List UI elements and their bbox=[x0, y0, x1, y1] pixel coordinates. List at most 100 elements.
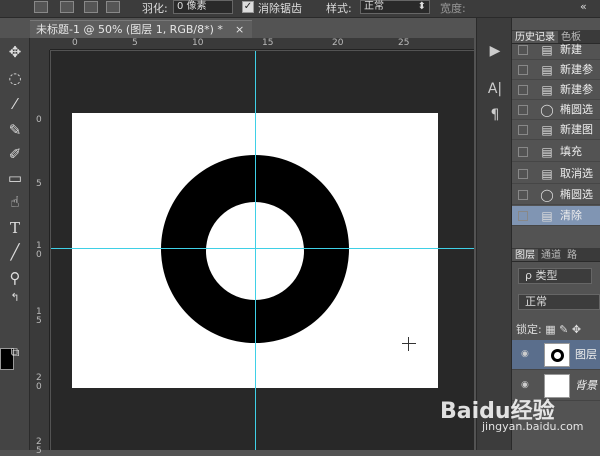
options-bar: 羽化: 0 像素 ✓ 消除锯齿 样式: 正常 ⬍ 宽度: « bbox=[0, 0, 600, 18]
horizontal-guide[interactable] bbox=[51, 248, 474, 249]
swap-colors-icon[interactable]: ↰ bbox=[5, 288, 25, 308]
ruler-tick-label: 15 bbox=[262, 38, 274, 48]
ruler-tick-label: 5 bbox=[36, 179, 42, 189]
style-select[interactable]: 正常 ⬍ bbox=[360, 0, 430, 14]
doc-icon: ▤ bbox=[541, 83, 553, 97]
character-panel-icon[interactable]: A| bbox=[486, 80, 504, 98]
play-icon[interactable]: ▶ bbox=[486, 42, 504, 60]
paragraph-panel-icon[interactable]: ¶ bbox=[486, 106, 504, 124]
history-checkbox[interactable] bbox=[518, 65, 528, 75]
layer-name[interactable]: 背景 bbox=[575, 371, 597, 401]
lock-pixels-icon[interactable]: ▦ bbox=[545, 323, 555, 336]
zoom-icon[interactable]: ⚲ bbox=[5, 268, 25, 288]
history-item-selected[interactable]: ▤ 清除 bbox=[512, 206, 600, 226]
new-selection-icon[interactable] bbox=[34, 1, 48, 13]
history-item-label: 清除 bbox=[560, 209, 582, 222]
chevron-down-icon: ⬍ bbox=[417, 1, 426, 12]
history-checkbox[interactable] bbox=[518, 169, 528, 179]
ruler-tick-label: 25 bbox=[398, 38, 410, 48]
doc-icon: ▤ bbox=[541, 63, 553, 77]
ellipse-icon: ◯ bbox=[540, 103, 554, 117]
history-checkbox[interactable] bbox=[518, 125, 528, 135]
crosshair-cursor-icon bbox=[402, 337, 416, 351]
tab-paths[interactable]: 路 bbox=[564, 249, 580, 261]
close-icon[interactable]: × bbox=[235, 21, 244, 38]
panel-icon-strip: ▶ A| ¶ bbox=[476, 18, 512, 450]
history-item[interactable]: ▤ 取消选 bbox=[512, 164, 600, 184]
horizontal-ruler[interactable]: 0 5 10 15 20 25 bbox=[50, 38, 474, 50]
layer-row-selected[interactable]: ◉ 图层 bbox=[512, 340, 600, 370]
ruler-tick-label: 2 0 bbox=[36, 373, 42, 392]
lock-label: 锁定: bbox=[516, 323, 542, 336]
right-panels: 历史记录 色板 ▤ 新建 ▤ 新建参 ▤ 新建参 ◯ 椭圆选 ▤ 新建图 ▤ 填充… bbox=[512, 18, 600, 450]
history-checkbox[interactable] bbox=[518, 211, 528, 221]
lock-paint-icon[interactable]: ✎ bbox=[559, 323, 568, 336]
move-icon[interactable]: ✥ bbox=[5, 42, 25, 62]
lock-row: 锁定: ▦ ✎ ✥ bbox=[516, 321, 581, 337]
layer-name[interactable]: 图层 bbox=[575, 340, 597, 370]
history-checkbox[interactable] bbox=[518, 147, 528, 157]
ruler-tick-label: 0 bbox=[36, 115, 42, 125]
history-brush-icon[interactable]: ✐ bbox=[5, 144, 25, 164]
layers-panel-tabs: 图层 通道路 bbox=[512, 248, 600, 262]
intersect-selection-icon[interactable] bbox=[106, 1, 120, 13]
ruler-tick-label: 1 0 bbox=[36, 241, 42, 260]
vertical-guide[interactable] bbox=[255, 51, 256, 450]
type-icon[interactable]: T bbox=[5, 218, 25, 238]
ruler-tick-label: 5 bbox=[132, 38, 138, 48]
layer-filter-select[interactable]: ρ 类型 bbox=[518, 268, 592, 284]
gradient-icon[interactable]: ▭ bbox=[5, 168, 25, 188]
history-item[interactable]: ▤ 新建 bbox=[512, 40, 600, 60]
blend-mode-select[interactable]: 正常 bbox=[518, 294, 600, 310]
ellipse-icon: ◯ bbox=[540, 188, 554, 202]
line-icon[interactable]: ╱ bbox=[5, 242, 25, 262]
smudge-icon[interactable]: ☝ bbox=[5, 192, 25, 212]
doc-icon: ▤ bbox=[541, 209, 553, 223]
collapse-panels-icon[interactable]: « bbox=[580, 0, 587, 13]
ruler-tick-label: 1 5 bbox=[36, 307, 42, 326]
eye-icon[interactable]: ◉ bbox=[521, 380, 533, 390]
lasso-icon[interactable]: ◌ bbox=[5, 68, 25, 88]
antialias-checkbox[interactable]: ✓ bbox=[242, 1, 254, 13]
doc-icon: ▤ bbox=[541, 167, 553, 181]
history-item[interactable]: ◯ 椭圆选 bbox=[512, 100, 600, 120]
history-item[interactable]: ◯ 椭圆选 bbox=[512, 185, 600, 205]
width-label: 宽度: bbox=[440, 2, 466, 15]
antialias-label: 消除锯齿 bbox=[258, 2, 302, 15]
history-item-label: 新建 bbox=[560, 43, 582, 56]
document-title: 未标题-1 @ 50% (图层 1, RGB/8*) * bbox=[36, 23, 223, 36]
history-item-label: 椭圆选 bbox=[560, 103, 593, 116]
subtract-selection-icon[interactable] bbox=[84, 1, 98, 13]
vertical-ruler[interactable]: 0 5 1 0 1 5 2 0 2 5 bbox=[30, 50, 50, 456]
doc-icon: ▤ bbox=[541, 123, 553, 137]
feather-input[interactable]: 0 像素 bbox=[173, 0, 233, 14]
history-item[interactable]: ▤ 新建参 bbox=[512, 60, 600, 80]
feather-label: 羽化: bbox=[142, 2, 168, 15]
history-checkbox[interactable] bbox=[518, 105, 528, 115]
doc-icon: ▤ bbox=[541, 145, 553, 159]
layer-thumbnail bbox=[544, 343, 570, 367]
eye-icon[interactable]: ◉ bbox=[521, 349, 533, 359]
brush-icon[interactable]: ✎ bbox=[5, 120, 25, 140]
tools-panel: ✥ ◌ ⁄ ✎ ✐ ▭ ☝ T ╱ ⚲ ↰ ⧉ bbox=[0, 38, 30, 450]
history-item[interactable]: ▤ 新建参 bbox=[512, 80, 600, 100]
history-item-label: 取消选 bbox=[560, 167, 593, 180]
history-item-label: 新建参 bbox=[560, 83, 593, 96]
history-checkbox[interactable] bbox=[518, 45, 528, 55]
history-item[interactable]: ▤ 新建图 bbox=[512, 120, 600, 140]
history-checkbox[interactable] bbox=[518, 190, 528, 200]
ruler-tick-label: 20 bbox=[332, 38, 344, 48]
add-selection-icon[interactable] bbox=[60, 1, 74, 13]
history-item[interactable]: ▤ 填充 bbox=[512, 142, 600, 162]
history-item-label: 新建参 bbox=[560, 63, 593, 76]
lock-position-icon[interactable]: ✥ bbox=[572, 323, 581, 336]
ruler-origin[interactable] bbox=[30, 38, 50, 50]
history-checkbox[interactable] bbox=[518, 85, 528, 95]
tab-layers[interactable]: 图层 bbox=[512, 249, 538, 261]
watermark-url: jingyan.baidu.com bbox=[482, 420, 584, 433]
eyedropper-icon[interactable]: ⁄ bbox=[5, 94, 25, 114]
tab-channels[interactable]: 通道 bbox=[538, 249, 564, 261]
history-item-label: 填充 bbox=[560, 145, 582, 158]
document-tab[interactable]: 未标题-1 @ 50% (图层 1, RGB/8*) * × bbox=[30, 20, 252, 38]
screen-mode-icon[interactable]: ⧉ bbox=[5, 342, 25, 362]
